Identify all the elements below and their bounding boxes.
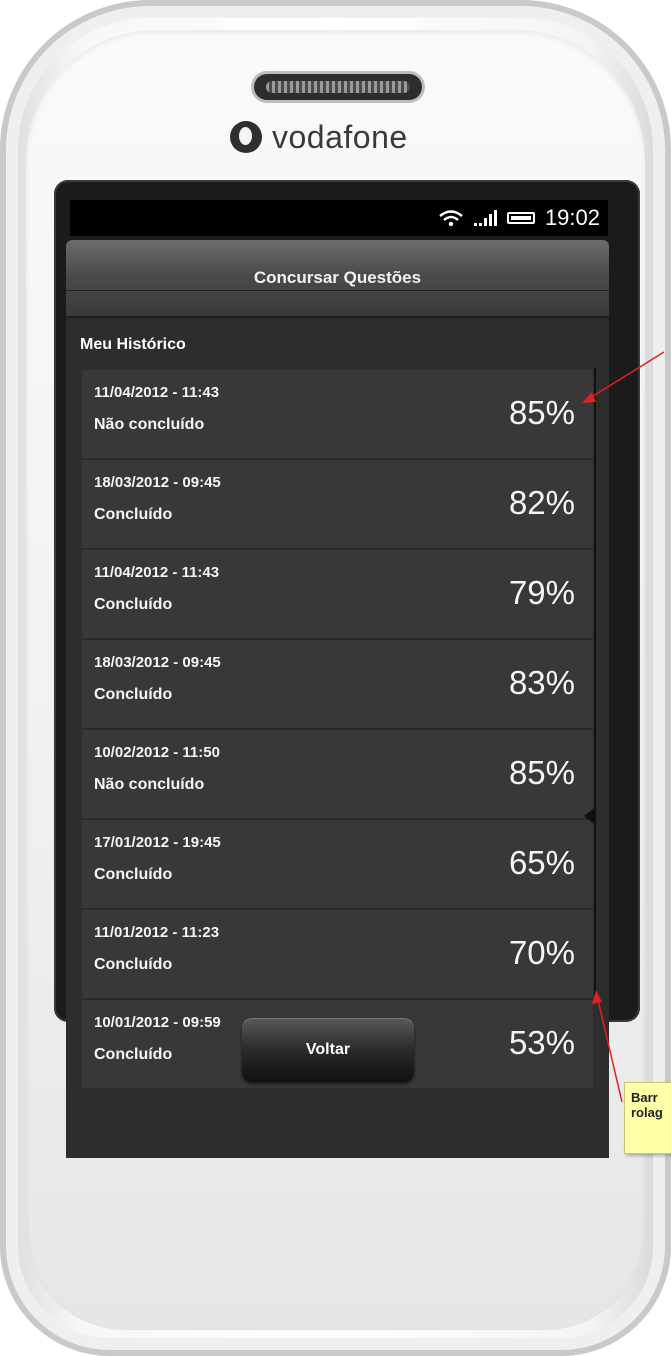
item-status: Concluído — [94, 1046, 173, 1063]
item-status: Concluído — [94, 506, 173, 523]
title-divider — [66, 290, 609, 291]
list-item[interactable]: 18/03/2012 - 09:45 Concluído 82% — [82, 460, 593, 550]
item-percent: 82% — [508, 484, 575, 521]
item-date: 18/03/2012 - 09:45 — [94, 654, 221, 671]
annotation-sticky-note: Barr rolag — [624, 1082, 671, 1154]
list-item[interactable]: 17/01/2012 - 19:45 Concluído 65% — [82, 820, 593, 910]
list-item[interactable]: 11/01/2012 - 11:23 Concluído 70% — [82, 910, 593, 1000]
signal-strength-icon — [473, 210, 497, 226]
status-bar: 19:02 — [70, 200, 608, 236]
brand-logo-area: vodafone — [230, 117, 408, 157]
back-button[interactable]: Voltar — [242, 1018, 414, 1082]
item-percent: 85% — [508, 394, 575, 431]
speaker-mesh — [266, 81, 410, 93]
item-date: 10/01/2012 - 09:59 — [94, 1014, 221, 1031]
vodafone-logo-icon — [230, 121, 262, 153]
item-status: Concluído — [94, 956, 173, 973]
item-date: 11/01/2012 - 11:23 — [94, 924, 220, 941]
item-percent: 79% — [508, 574, 575, 611]
list-item[interactable]: 18/03/2012 - 09:45 Concluído 83% — [82, 640, 593, 730]
scroll-thumb[interactable] — [584, 808, 594, 824]
item-percent: 53% — [508, 1024, 575, 1061]
list-item[interactable]: 11/04/2012 - 11:43 Concluído 79% — [82, 550, 593, 640]
status-clock: 19:02 — [544, 205, 600, 230]
list-item[interactable]: 10/02/2012 - 11:50 Não concluído 85% — [82, 730, 593, 820]
item-status: Não concluído — [94, 416, 205, 433]
item-date: 18/03/2012 - 09:45 — [94, 474, 221, 491]
history-list[interactable]: 11/04/2012 - 11:43 Não concluído 85% 18/… — [82, 370, 593, 1090]
item-date: 17/01/2012 - 19:45 — [94, 834, 221, 851]
scrollbar[interactable] — [584, 368, 596, 998]
item-date: 11/04/2012 - 11:43 — [94, 564, 220, 581]
brand-name: vodafone — [272, 118, 408, 155]
list-item[interactable]: 11/04/2012 - 11:43 Não concluído 85% — [82, 370, 593, 460]
item-percent: 70% — [508, 934, 575, 971]
item-status: Não concluído — [94, 776, 205, 793]
item-status: Concluído — [94, 686, 173, 703]
item-percent: 85% — [508, 754, 575, 791]
note-line: rolag — [631, 1105, 663, 1120]
note-line: Barr — [631, 1090, 658, 1105]
item-status: Concluído — [94, 596, 173, 613]
wifi-icon — [439, 210, 463, 227]
section-heading: Meu Histórico — [80, 336, 186, 353]
item-percent: 83% — [508, 664, 575, 701]
item-date: 11/04/2012 - 11:43 — [94, 384, 220, 401]
battery-icon — [506, 212, 535, 224]
item-percent: 65% — [508, 844, 575, 881]
earpiece-speaker — [254, 74, 422, 100]
item-status: Concluído — [94, 866, 173, 883]
app-title-bar: Concursar Questões — [66, 240, 609, 318]
app-title: Concursar Questões — [253, 268, 422, 287]
item-date: 10/02/2012 - 11:50 — [94, 744, 220, 761]
app-screen: Concursar Questões Meu Histórico 11/04/2… — [66, 240, 609, 1158]
